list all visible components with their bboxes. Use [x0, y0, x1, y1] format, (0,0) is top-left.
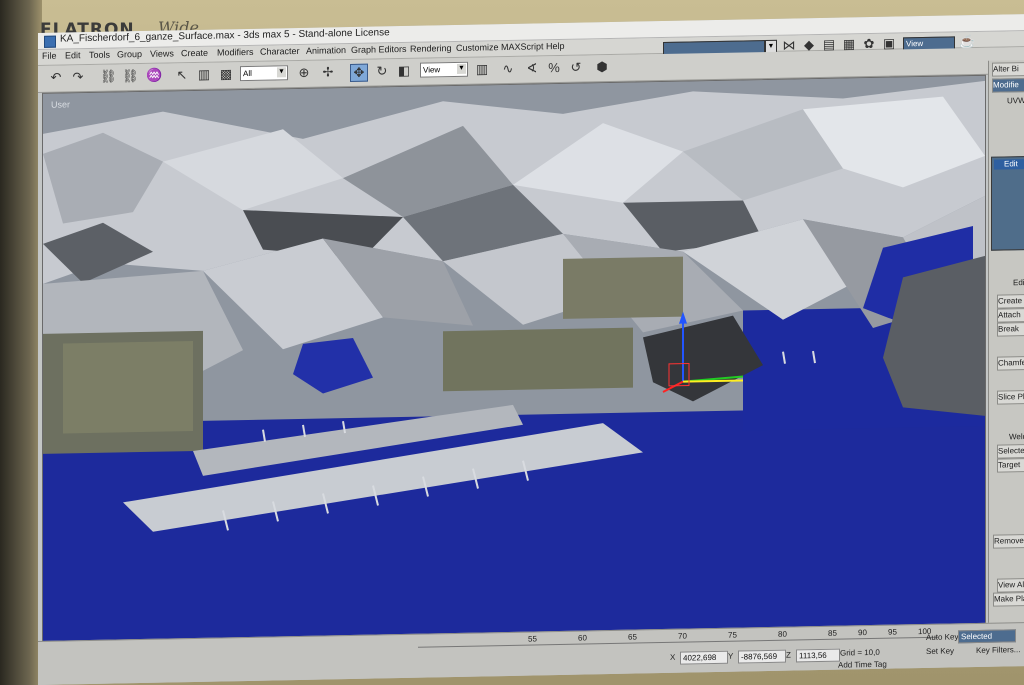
selection-filter-value: All — [243, 68, 252, 79]
redo-icon[interactable]: ↷ — [70, 69, 86, 85]
snap-3d-icon[interactable]: ∿ — [500, 61, 516, 77]
timeline-tick: 90 — [858, 628, 867, 638]
timeline-tick: 75 — [728, 630, 737, 640]
viewport-label[interactable]: User — [51, 99, 70, 109]
x-coordinate-field[interactable]: 4022,698 — [680, 650, 728, 665]
menu-rendering[interactable]: Rendering — [410, 43, 452, 54]
select-move-icon[interactable]: ⊕ — [296, 65, 312, 81]
uvw-label: UVW — [1007, 96, 1024, 106]
view-align-button[interactable]: View Align — [997, 577, 1024, 593]
menu-views[interactable]: Views — [150, 48, 174, 58]
timeline-tick: 60 — [578, 633, 587, 643]
menu-maxscript[interactable]: MAXScript — [501, 41, 544, 52]
scale-icon[interactable]: ◧ — [396, 63, 412, 79]
timeline-tick: 55 — [528, 634, 537, 644]
unlink-icon[interactable]: ⛓ — [122, 68, 139, 84]
bind-space-warp-icon[interactable]: ♒ — [146, 68, 162, 84]
y-label: Y — [728, 651, 734, 661]
region-select-icon[interactable]: ▩ — [218, 66, 234, 82]
modifier-list-dropdown[interactable]: Modifie — [992, 77, 1024, 93]
menu-tools[interactable]: Tools — [89, 50, 110, 60]
weld-label: Weld — [1009, 432, 1024, 442]
named-selection-sets-icon[interactable]: ⬢ — [594, 59, 610, 75]
menu-edit[interactable]: Edit — [65, 50, 81, 60]
chamfer-button[interactable]: Chamfer — [997, 355, 1024, 371]
selection-filter-dropdown[interactable]: All ▼ — [240, 65, 288, 82]
break-button[interactable]: Break — [997, 321, 1024, 337]
auto-key-button[interactable]: Auto Key — [926, 632, 958, 642]
timeline-tick: 70 — [678, 631, 687, 641]
spinner-snap-icon[interactable]: ↺ — [568, 60, 584, 76]
attach-button[interactable]: Attach — [997, 307, 1024, 323]
reference-coordinate-value: View — [423, 65, 441, 75]
set-key-button[interactable]: Set Key — [926, 646, 954, 656]
key-mode-dropdown[interactable]: Selected — [958, 629, 1016, 644]
slice-plane-button[interactable]: Slice Plane — [997, 389, 1024, 405]
move-icon[interactable]: ✥ — [350, 63, 368, 83]
bezel-shadow — [0, 0, 42, 685]
select-rotate-icon[interactable]: ✢ — [320, 64, 336, 80]
menu-animation[interactable]: Animation — [306, 45, 346, 56]
menu-help[interactable]: Help — [546, 41, 565, 51]
reference-coordinate-dropdown[interactable]: View ▼ — [420, 61, 468, 78]
pivot-center-icon[interactable]: ▥ — [474, 61, 490, 77]
select-icon[interactable]: ↖ — [174, 67, 190, 83]
create-button[interactable]: Create — [997, 293, 1024, 309]
menu-graph-editors[interactable]: Graph Editors — [351, 44, 407, 55]
grid-size-label: Grid = 10,0 — [840, 647, 880, 658]
timeline-tick: 95 — [888, 627, 897, 637]
menu-create[interactable]: Create — [181, 48, 208, 59]
house-center-textured — [443, 327, 633, 392]
menu-character[interactable]: Character — [260, 46, 300, 57]
timeline-tick: 65 — [628, 632, 637, 642]
app-icon — [44, 35, 56, 48]
remove-isolated-button[interactable]: Remove Isolated — [993, 533, 1024, 549]
undo-icon[interactable]: ↶ — [48, 70, 64, 86]
key-filters-button[interactable]: Key Filters... — [976, 645, 1020, 655]
y-coordinate-field[interactable]: -8876,569 — [738, 649, 786, 664]
make-planar-button[interactable]: Make Planar — [993, 591, 1024, 607]
modifier-stack-item[interactable]: Edit — [994, 158, 1024, 170]
viewport-user[interactable]: User — [42, 74, 986, 643]
rotate-icon[interactable]: ↻ — [374, 63, 390, 79]
edit-rollout-label[interactable]: Edit — [1013, 278, 1024, 287]
timeline-tick: 80 — [778, 629, 787, 639]
timeline-tick: 85 — [828, 628, 837, 638]
weld-target-button[interactable]: Target — [997, 457, 1024, 473]
z-label: Z — [786, 650, 791, 660]
weld-selected-button[interactable]: Selected — [997, 443, 1024, 459]
screen: KA_Fischerdorf_6_ganze_Surface.max - 3ds… — [38, 14, 1024, 685]
angle-snap-icon[interactable]: ∢ — [524, 60, 540, 76]
scene-render — [43, 75, 985, 642]
menu-modifiers[interactable]: Modifiers — [217, 47, 254, 58]
link-icon[interactable]: ⛓ — [100, 68, 117, 85]
menu-group[interactable]: Group — [117, 49, 142, 59]
chevron-down-icon: ▼ — [277, 67, 286, 78]
alter-button[interactable]: Alter Bi — [992, 61, 1024, 77]
command-panel: Alter Bi Modifie UVW Edit Edit Create At… — [988, 59, 1024, 641]
percent-snap-icon[interactable]: % — [546, 60, 562, 76]
chevron-down-icon: ▼ — [457, 63, 466, 74]
modifier-stack-list[interactable]: Edit — [991, 155, 1024, 251]
menu-file[interactable]: File — [42, 51, 57, 61]
add-time-tag-button[interactable]: Add Time Tag — [838, 660, 887, 670]
x-label: X — [670, 652, 676, 662]
house-upper-textured — [563, 256, 683, 319]
z-coordinate-field[interactable]: 1113,56 — [796, 648, 840, 663]
menu-customize[interactable]: Customize — [456, 42, 499, 53]
select-by-name-icon[interactable]: ▥ — [196, 67, 212, 83]
